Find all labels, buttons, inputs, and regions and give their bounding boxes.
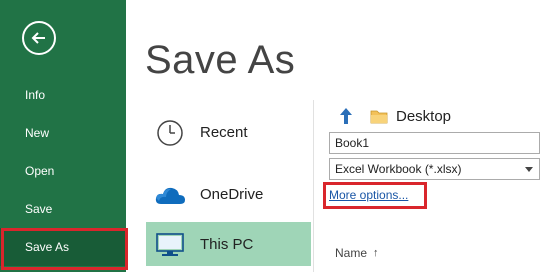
- back-button[interactable]: [22, 21, 56, 55]
- page-title: Save As: [145, 38, 296, 82]
- file-name-field[interactable]: Book1: [329, 132, 540, 154]
- sidebar-item-new[interactable]: New: [0, 115, 126, 151]
- sidebar-item-label: Open: [25, 164, 55, 178]
- folder-icon: [370, 108, 388, 124]
- divider: [313, 100, 314, 272]
- place-this-pc[interactable]: This PC: [146, 222, 311, 266]
- place-recent[interactable]: Recent: [146, 110, 311, 155]
- excel-backstage: Info New Open Save Save As Save As Recen…: [0, 0, 549, 272]
- column-header-label: Name: [335, 246, 368, 260]
- sidebar-item-save-as[interactable]: Save As: [0, 228, 126, 266]
- current-folder: Desktop: [396, 107, 452, 125]
- more-options-link[interactable]: More options...: [329, 188, 408, 202]
- up-arrow-icon[interactable]: [336, 105, 356, 127]
- sidebar-item-info[interactable]: Info: [0, 77, 126, 113]
- sort-ascending-icon: ↑: [373, 247, 379, 259]
- location-row: Desktop: [336, 104, 451, 128]
- place-onedrive[interactable]: OneDrive: [146, 172, 311, 217]
- back-arrow-icon: [31, 32, 45, 44]
- sidebar-item-label: New: [25, 126, 50, 140]
- computer-icon: [154, 229, 186, 261]
- sidebar-item-label: Save: [25, 202, 53, 216]
- file-type-select[interactable]: Excel Workbook (*.xlsx): [329, 158, 540, 180]
- sidebar-item-open[interactable]: Open: [0, 153, 126, 189]
- sidebar-item-save[interactable]: Save: [0, 191, 126, 227]
- clock-icon: [154, 117, 186, 149]
- column-header-name[interactable]: Name ↑: [335, 246, 379, 260]
- sidebar-item-label: Save As: [25, 240, 70, 254]
- cloud-icon: [154, 179, 186, 211]
- chevron-down-icon: [525, 167, 533, 172]
- sidebar-item-label: Info: [25, 88, 46, 102]
- place-label: This PC: [200, 235, 254, 253]
- backstage-sidebar: Info New Open Save Save As: [0, 0, 126, 272]
- file-type-value: Excel Workbook (*.xlsx): [335, 162, 462, 176]
- place-label: Recent: [200, 124, 248, 141]
- place-label: OneDrive: [200, 186, 264, 203]
